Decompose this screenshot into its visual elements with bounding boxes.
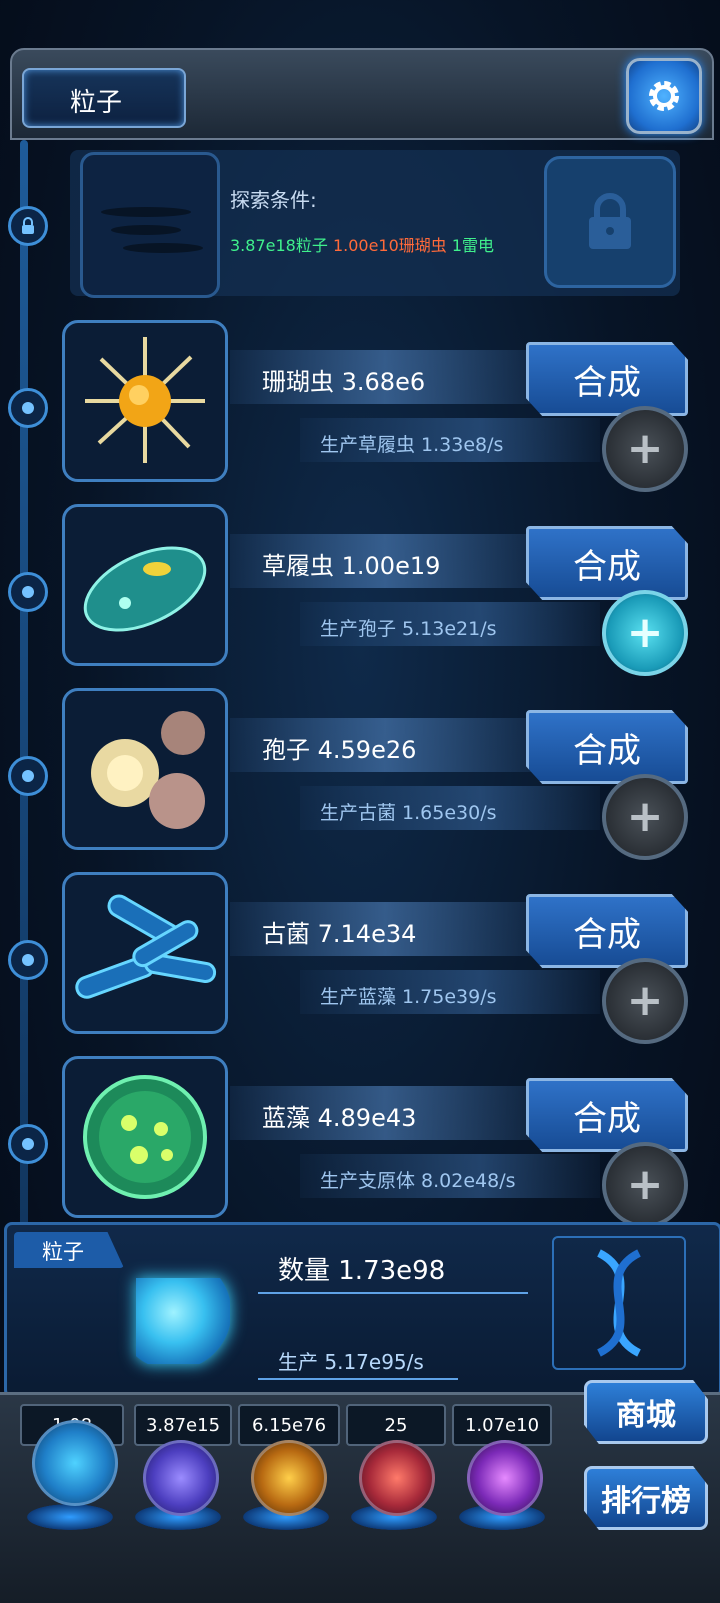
lock-icon (22, 217, 34, 234)
gear-icon (649, 81, 679, 111)
particle-production: 生产 5.17e95/s (278, 1350, 424, 1374)
synthesize-button[interactable]: 合成 (526, 710, 688, 784)
spore-icon (91, 711, 205, 829)
cyanobacteria-thumbnail (62, 1056, 228, 1218)
upgrade-button[interactable]: + (602, 1142, 688, 1228)
synthesize-button[interactable]: 合成 (526, 342, 688, 416)
plus-icon: + (626, 607, 664, 658)
ranking-button[interactable]: 排行榜 (584, 1466, 708, 1530)
star-orb-button[interactable] (251, 1440, 327, 1516)
archaea-icon (75, 894, 217, 999)
upgrade-button[interactable]: + (602, 958, 688, 1044)
synthesize-button[interactable]: 合成 (526, 1078, 688, 1152)
lock-icon (589, 193, 631, 249)
unlock-button[interactable] (544, 156, 676, 288)
explore-requirements: 3.87e18粒子 1.00e10珊瑚虫 1雷电 (230, 232, 494, 256)
item-name: 草履虫 1.00e19 (262, 552, 441, 580)
item-row-spore: 孢子 4.59e26 合成 生产古菌 1.65e30/s + (0, 688, 720, 860)
locked-thumbnail (80, 152, 220, 298)
paramecium-thumbnail (62, 504, 228, 666)
paramecium-icon (83, 546, 207, 632)
upgrade-button[interactable]: + (602, 774, 688, 860)
shop-button[interactable]: 商城 (584, 1380, 708, 1444)
plus-icon: + (626, 423, 664, 474)
synthesize-button[interactable]: 合成 (526, 894, 688, 968)
synthesize-button[interactable]: 合成 (526, 526, 688, 600)
upgrade-button[interactable]: + (602, 590, 688, 676)
particle-orb-button[interactable] (32, 1420, 118, 1506)
brain-orb-button[interactable] (359, 1440, 435, 1516)
title-box: 粒子 (22, 68, 186, 128)
dna-panel (552, 1236, 686, 1370)
plus-icon: + (626, 1159, 664, 1210)
item-name: 蓝藻 4.89e43 (262, 1104, 417, 1132)
upgrade-button[interactable]: + (602, 406, 688, 492)
rail-lock-node (8, 206, 48, 246)
item-production: 生产草履虫 1.33e8/s (320, 434, 504, 456)
req-particle: 3.87e18粒子 (230, 236, 328, 255)
item-row-archaea: 古菌 7.14e34 合成 生产蓝藻 1.75e39/s + (0, 872, 720, 1044)
item-production: 生产支原体 8.02e48/s (320, 1170, 516, 1192)
coral-icon (85, 337, 205, 463)
item-row-cyanobacteria: 蓝藻 4.89e43 合成 生产支原体 8.02e48/s + (0, 1056, 720, 1228)
req-coral: 1.00e10珊瑚虫 (332, 236, 447, 255)
item-row-paramecium: 草履虫 1.00e19 合成 生产孢子 5.13e21/s + (0, 504, 720, 676)
dna-icon (597, 1249, 641, 1357)
item-production: 生产蓝藻 1.75e39/s (320, 986, 497, 1008)
page-title: 粒子 (70, 88, 123, 118)
plus-icon: + (626, 791, 664, 842)
cyanobacteria-icon (83, 1075, 207, 1199)
particle-count: 数量 1.73e98 (278, 1256, 446, 1286)
explore-label: 探索条件: (230, 188, 317, 212)
particle-icon (136, 1278, 230, 1364)
req-thunder: 1雷电 (451, 236, 495, 255)
item-name: 孢子 4.59e26 (262, 736, 417, 764)
particle-tag: 粒子 (14, 1232, 124, 1268)
archaea-thumbnail (62, 872, 228, 1034)
coral-thumbnail (62, 320, 228, 482)
thunder-orb-button[interactable] (143, 1440, 219, 1516)
item-row-coral: 珊瑚虫 3.68e6 合成 生产草履虫 1.33e8/s + (0, 320, 720, 492)
vortex-orb-button[interactable] (467, 1440, 543, 1516)
item-name: 古菌 7.14e34 (262, 920, 417, 948)
item-name: 珊瑚虫 3.68e6 (262, 368, 426, 396)
spore-thumbnail (62, 688, 228, 850)
item-production: 生产古菌 1.65e30/s (320, 802, 497, 824)
plus-icon: + (626, 975, 664, 1026)
settings-button[interactable] (626, 58, 702, 134)
item-production: 生产孢子 5.13e21/s (320, 618, 497, 640)
